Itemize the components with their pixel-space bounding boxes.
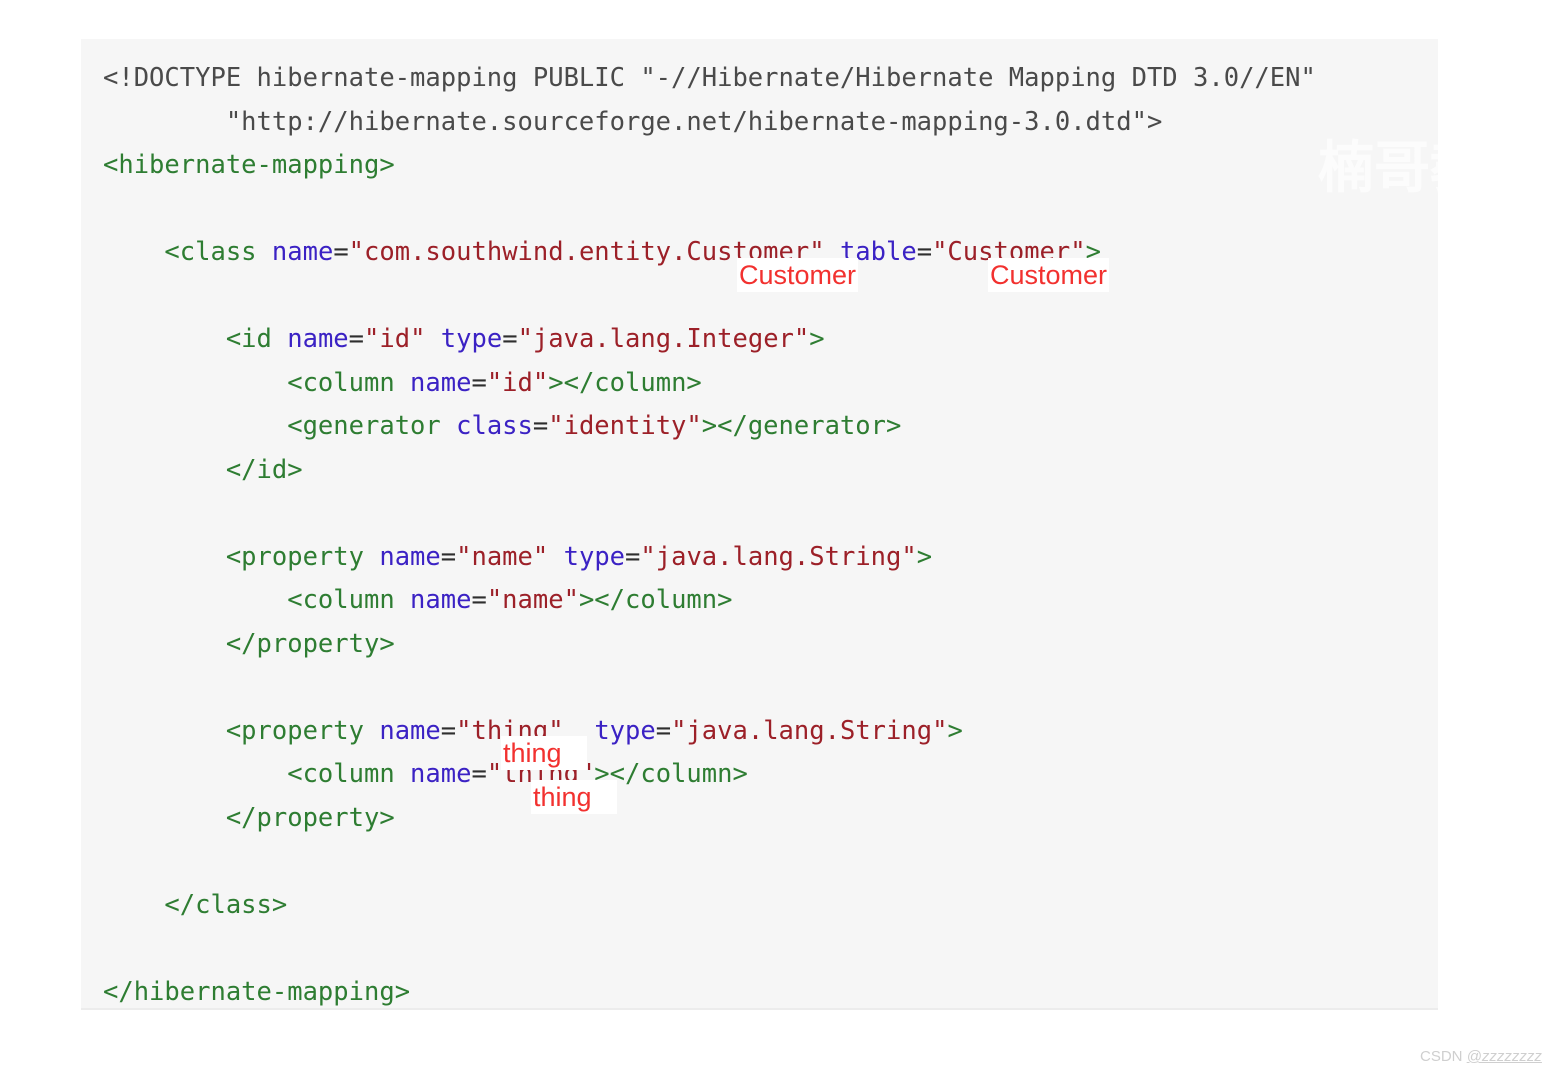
annotation-property-thing: thing	[501, 736, 587, 770]
csdn-user-handle: @zzzzzzzz	[1466, 1048, 1542, 1065]
code-token-val: "identity"	[548, 411, 702, 441]
code-token-val: "name"	[456, 541, 549, 572]
code-token-attr: name	[271, 237, 334, 267]
code-token-punct: =	[502, 324, 518, 354]
code-token-attr: name	[410, 585, 472, 615]
code-token-val: "java.lang.Integer"	[517, 324, 810, 354]
code-token-doctype: "http://hibernate.sourceforge.net/hibern…	[103, 106, 1163, 137]
code-token-tag: </class>	[103, 889, 288, 920]
code-token-punct: =	[532, 411, 549, 441]
code-token-attr: name	[379, 541, 441, 572]
annotation-column-thing: thing	[531, 780, 617, 814]
code-token-punct: =	[625, 541, 641, 572]
code-token-tag: <hibernate-mapping>	[103, 150, 395, 180]
csdn-brand-label: CSDN	[1420, 1048, 1467, 1065]
code-token-tag: ></generator>	[701, 411, 902, 441]
code-token-tag: </id>	[103, 454, 303, 485]
code-token-punct	[425, 324, 440, 354]
code-token-punct: =	[916, 237, 933, 267]
code-token-tag: >	[809, 324, 825, 354]
code-token-tag: <class	[103, 237, 272, 267]
annotation-table-customer: Customer	[988, 258, 1110, 292]
code-token-attr: name	[410, 759, 472, 789]
watermark-text: 楠哥教	[1318, 136, 1438, 201]
code-token-val: "java.lang.String"	[671, 715, 948, 746]
code-token-tag: <generator	[103, 411, 457, 441]
code-token-punct: =	[471, 367, 487, 398]
code-token-tag: <property	[103, 715, 380, 746]
code-token-tag: </hibernate-mapping>	[103, 976, 411, 1007]
code-token-tag: ></column>	[548, 367, 702, 398]
code-token-val: "java.lang.String"	[640, 541, 917, 572]
code-token-val: "name"	[486, 585, 579, 615]
code-token-punct: =	[440, 715, 457, 746]
csdn-credit: CSDN @zzzzzzzz	[1420, 1048, 1542, 1066]
code-token-tag: >	[947, 715, 963, 746]
code-token-punct: =	[655, 715, 672, 746]
annotation-class-customer: Customer	[737, 258, 859, 292]
code-token-tag: ></column>	[594, 759, 748, 789]
code-token-doctype: <!DOCTYPE hibernate-mapping PUBLIC "-//H…	[103, 63, 1316, 93]
code-token-tag: </property>	[103, 802, 395, 833]
code-token-tag: >	[916, 541, 933, 572]
code-content[interactable]: <!DOCTYPE hibernate-mapping PUBLIC "-//H…	[81, 39, 1316, 1008]
code-token-tag: <id	[103, 324, 288, 354]
code-token-punct: =	[471, 759, 487, 789]
code-token-val: "id"	[364, 324, 426, 354]
code-token-tag: <column	[103, 759, 411, 789]
code-token-tag: <column	[103, 367, 411, 398]
code-token-tag: <column	[103, 585, 411, 615]
code-token-punct: =	[471, 585, 487, 615]
code-token-punct: =	[440, 541, 457, 572]
code-token-attr: name	[379, 715, 441, 746]
code-token-attr: name	[287, 324, 349, 354]
code-token-punct: =	[333, 237, 349, 267]
code-token-attr: type	[594, 715, 656, 746]
code-token-tag: </property>	[103, 628, 395, 659]
code-token-attr: type	[440, 324, 503, 354]
code-token-punct	[548, 542, 563, 572]
code-token-attr: class	[456, 411, 533, 441]
code-token-tag: ></column>	[578, 585, 733, 615]
code-block: <!DOCTYPE hibernate-mapping PUBLIC "-//H…	[81, 39, 1438, 1010]
code-token-attr: type	[563, 541, 626, 572]
code-token-punct: =	[348, 324, 365, 354]
code-token-attr: name	[410, 367, 472, 398]
code-token-val: "id"	[486, 367, 549, 398]
code-token-tag: <property	[103, 541, 380, 572]
